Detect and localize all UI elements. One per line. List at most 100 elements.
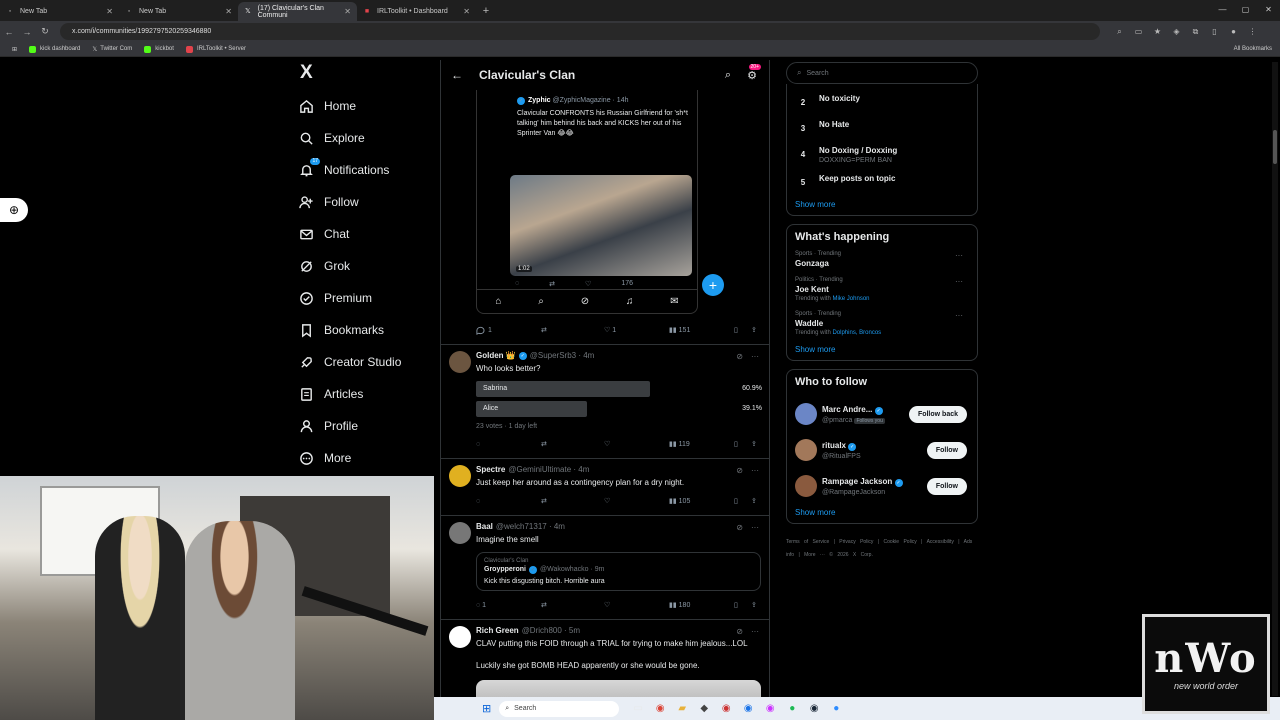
author-name[interactable]: Rich Green bbox=[476, 626, 519, 635]
app-icon[interactable]: ◉ bbox=[715, 703, 737, 714]
app-icon[interactable]: ◆ bbox=[693, 703, 715, 714]
bookmark-icon[interactable]: ▯ bbox=[734, 326, 738, 334]
chrome-icon[interactable]: ◉ bbox=[737, 703, 759, 714]
follow-suggestion[interactable]: Rampage Jackson ✓ @RampageJackson Follow bbox=[795, 468, 969, 504]
close-icon[interactable]: ✕ bbox=[344, 7, 351, 16]
cast-icon[interactable]: ▭ bbox=[1129, 27, 1148, 37]
more-icon[interactable]: ··· bbox=[955, 311, 963, 320]
like-icon[interactable]: ♡ bbox=[604, 440, 610, 448]
avatar[interactable] bbox=[449, 626, 471, 648]
task-view-icon[interactable]: ▭ bbox=[627, 703, 649, 714]
close-icon[interactable]: ✕ bbox=[463, 7, 470, 16]
views-button[interactable]: ▮▮ 119 bbox=[669, 440, 690, 449]
grok-icon[interactable]: ⊘ bbox=[736, 352, 743, 361]
reload-icon[interactable]: ↻ bbox=[36, 26, 54, 37]
avatar[interactable] bbox=[449, 522, 471, 544]
poll-option[interactable]: Alice 39.1% bbox=[476, 401, 762, 417]
new-tab-button[interactable]: + bbox=[476, 2, 496, 21]
search-input[interactable]: ⌕ Search bbox=[786, 62, 978, 84]
nav-home[interactable]: Home bbox=[298, 90, 438, 122]
show-more-link[interactable]: Show more bbox=[795, 200, 969, 209]
share-icon[interactable]: ⇪ bbox=[751, 497, 757, 505]
follow-suggestion[interactable]: Marc Andre... ✓ @pmarca Follows you Follow … bbox=[795, 396, 969, 432]
views-button[interactable]: ▮▮ 151 bbox=[669, 326, 690, 335]
share-icon[interactable]: ⇪ bbox=[751, 440, 757, 448]
maximize-icon[interactable]: ▢ bbox=[1234, 0, 1257, 20]
avatar[interactable]: ● bbox=[1224, 27, 1243, 37]
avatar[interactable] bbox=[449, 465, 471, 487]
more-icon[interactable]: ··· bbox=[751, 627, 759, 636]
chrome-icon[interactable]: ◉ bbox=[649, 703, 671, 714]
follow-button[interactable]: Follow bbox=[926, 441, 967, 459]
trend-item[interactable]: Sports · Trending Gonzaga ··· bbox=[795, 251, 969, 268]
poll-option[interactable]: Sabrina 60.9% bbox=[476, 381, 762, 397]
follow-button[interactable]: Follow bbox=[926, 477, 967, 495]
zoom-icon[interactable]: ⌕ bbox=[1110, 27, 1129, 37]
search-icon[interactable]: ⌕ bbox=[725, 69, 731, 82]
embedded-video[interactable]: 1:02 bbox=[510, 175, 692, 276]
footer-links[interactable]: Terms of Service | Privacy Policy | Cook… bbox=[786, 536, 978, 562]
avatar[interactable] bbox=[795, 439, 817, 461]
nav-notifications[interactable]: 17 Notifications bbox=[298, 154, 438, 186]
windows-start-icon[interactable]: ⊞ bbox=[482, 702, 491, 715]
author-name[interactable]: Golden 👑 bbox=[476, 351, 516, 360]
taskbar-search[interactable]: ⌕ Search bbox=[499, 700, 620, 717]
bookmark-kickbot[interactable]: kickbot bbox=[144, 45, 174, 53]
back-arrow-icon[interactable]: ← bbox=[451, 68, 463, 82]
author-handle[interactable]: @GeminiUltimate · 4m bbox=[508, 465, 589, 474]
timeline-post[interactable]: Baal @welch71317 · 4m ⊘ ··· Imagine the sm… bbox=[441, 515, 769, 619]
x-logo[interactable]: X bbox=[300, 62, 438, 90]
avatar[interactable] bbox=[795, 403, 817, 425]
extensions-icon[interactable]: ⧉ bbox=[1186, 27, 1205, 37]
spotify-icon[interactable]: ● bbox=[781, 703, 803, 714]
bookmark-icon[interactable]: ▯ bbox=[734, 497, 738, 505]
show-more-link[interactable]: Show more bbox=[795, 345, 969, 354]
steam-icon[interactable]: ◉ bbox=[803, 703, 825, 714]
menu-icon[interactable]: ⋮ bbox=[1243, 27, 1262, 37]
reply-button[interactable]: 1 bbox=[476, 326, 492, 335]
embedded-screenshot[interactable]: ✓ Zyphic @ZyphicMagazine · 14h Clavicular… bbox=[476, 90, 724, 314]
star-icon[interactable]: ★ bbox=[1148, 27, 1167, 37]
reply-icon[interactable]: ◌ bbox=[476, 441, 480, 448]
show-more-link[interactable]: Show more bbox=[795, 508, 969, 517]
sidepanel-icon[interactable]: ▯ bbox=[1205, 27, 1224, 37]
magnifier-icon[interactable]: ⊕ bbox=[0, 198, 28, 222]
url-field[interactable]: x.com/i/communities/1992797520259346880 bbox=[60, 23, 1100, 40]
nav-grok[interactable]: Grok bbox=[298, 250, 438, 282]
like-icon[interactable]: ♡ bbox=[604, 497, 610, 505]
nav-articles[interactable]: Articles bbox=[298, 378, 438, 410]
repost-icon[interactable]: ⇄ bbox=[541, 497, 547, 505]
like-button[interactable]: ♡ 1 bbox=[604, 326, 616, 335]
app-icon[interactable]: ◉ bbox=[759, 703, 781, 714]
timeline-post[interactable]: Golden 👑 ✓ @SuperSrb3 · 4m ⊘ ··· Who looks … bbox=[441, 344, 769, 458]
bookmark-irltoolkit-server[interactable]: IRLToolkit • Server bbox=[185, 45, 246, 53]
poll[interactable]: Sabrina 60.9% Alice 39.1% bbox=[476, 381, 762, 417]
timeline-post[interactable]: Rich Green @Drich800 · 5m ⊘ ··· CLAV putti… bbox=[441, 619, 769, 700]
like-icon[interactable]: ♡ bbox=[604, 601, 610, 609]
avatar[interactable] bbox=[795, 475, 817, 497]
forward-icon[interactable]: → bbox=[18, 27, 36, 37]
repost-button[interactable]: ⇄ bbox=[541, 326, 547, 334]
bookmark-icon[interactable]: ▯ bbox=[734, 601, 738, 609]
follow-back-button[interactable]: Follow back bbox=[908, 405, 967, 423]
repost-icon[interactable]: ⇄ bbox=[541, 601, 547, 609]
scrollbar-thumb[interactable] bbox=[1273, 130, 1277, 164]
views-button[interactable]: ▮▮ 180 bbox=[669, 601, 690, 610]
nav-premium[interactable]: Premium bbox=[298, 282, 438, 314]
share-icon[interactable]: ⇪ bbox=[751, 326, 757, 334]
grok-icon[interactable]: ⊘ bbox=[736, 523, 743, 532]
more-icon[interactable]: ··· bbox=[751, 352, 759, 361]
close-icon[interactable]: ✕ bbox=[225, 7, 232, 16]
share-icon[interactable]: ⇪ bbox=[751, 601, 757, 609]
zoom-app-icon[interactable]: ● bbox=[825, 703, 847, 714]
browser-tab[interactable]: ◦ New Tab ✕ bbox=[0, 2, 119, 21]
folder-icon[interactable]: ▰ bbox=[671, 703, 693, 714]
nav-more[interactable]: More bbox=[298, 442, 438, 474]
community-settings-icon[interactable]: ⚙ bbox=[747, 69, 757, 82]
quoted-post[interactable]: Clavicular's Clan Groypperoni ✓ @Wakowhack… bbox=[476, 552, 761, 591]
author-handle[interactable]: @welch71317 · 4m bbox=[496, 522, 565, 531]
all-bookmarks[interactable]: All Bookmarks bbox=[1234, 46, 1272, 52]
grok-icon[interactable]: ⊘ bbox=[736, 627, 743, 636]
apps-icon[interactable]: ⊞ bbox=[12, 46, 17, 53]
more-icon[interactable]: ··· bbox=[955, 251, 963, 260]
